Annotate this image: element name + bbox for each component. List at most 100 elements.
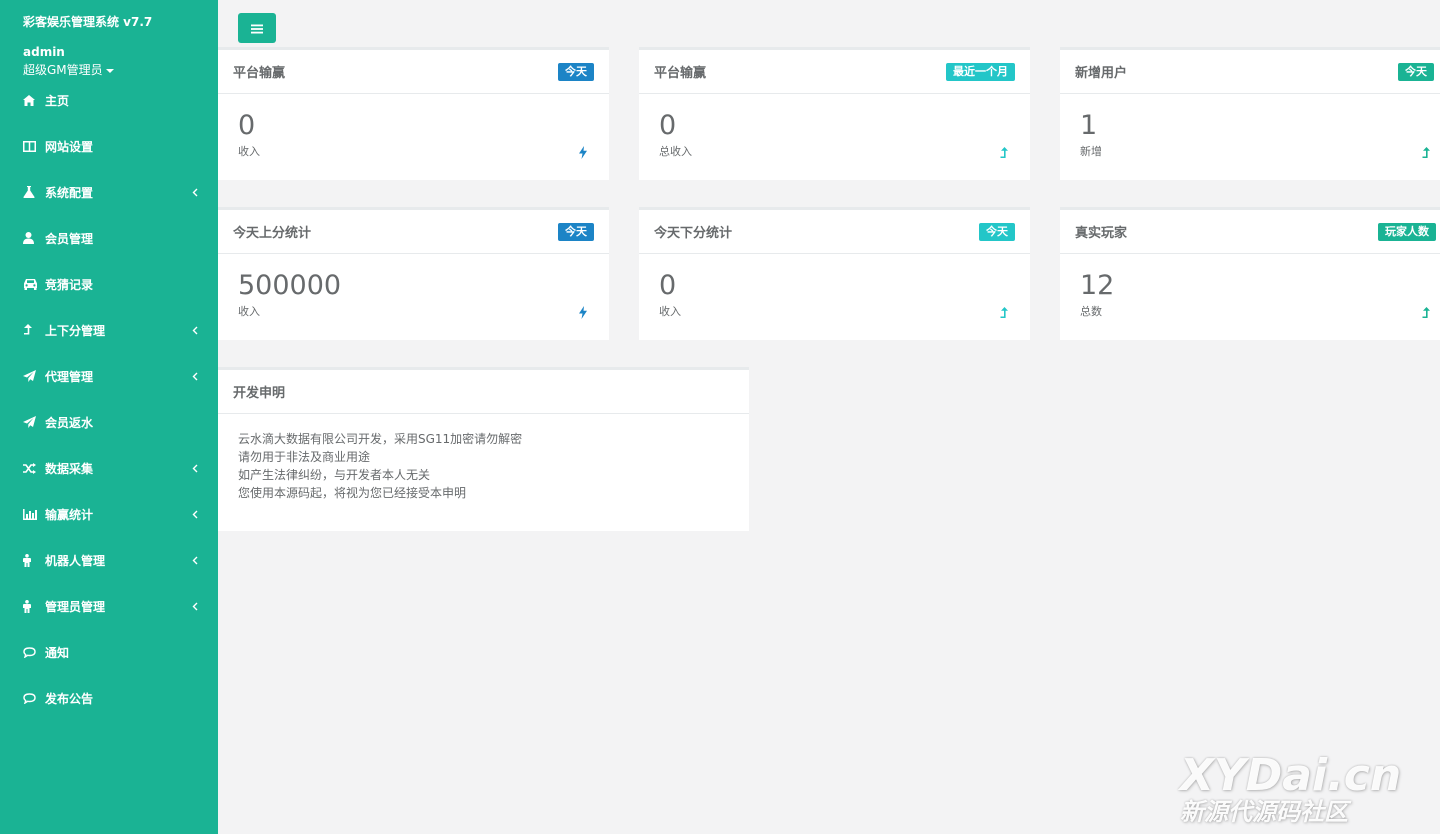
card-value: 0 [238, 110, 256, 141]
paper-plane-icon [23, 414, 39, 430]
male-icon [23, 598, 39, 614]
sidebar-item-label: 管理员管理 [45, 599, 106, 614]
card-body: 0 收入 [218, 94, 609, 180]
sidebar-item-credit-management[interactable]: 上下分管理 [0, 307, 218, 353]
card-header: 真实玩家 玩家人数 [1060, 210, 1440, 254]
user-role-dropdown[interactable]: 超级GM管理员 [23, 62, 218, 78]
card-badge: 今天 [1398, 63, 1434, 81]
card-value: 1 [1080, 110, 1098, 141]
stat-card-platform-month: 平台输赢 最近一个月 0 总收入 [639, 47, 1030, 180]
card-title: 新增用户 [1075, 66, 1128, 81]
sidebar-item-member-rebate[interactable]: 会员返水 [0, 399, 218, 445]
card-title: 今天上分统计 [233, 226, 312, 241]
chevron-left-icon [190, 368, 200, 384]
comment-icon [23, 690, 39, 706]
card-header: 今天下分统计 今天 [639, 210, 1030, 254]
notice-line: 请勿用于非法及商业用途 [238, 450, 371, 464]
sidebar-item-label: 上下分管理 [45, 323, 106, 338]
sidebar-item-announcements[interactable]: 发布公告 [0, 675, 218, 721]
sidebar-item-label: 发布公告 [45, 691, 94, 706]
card-label: 新增 [1080, 145, 1102, 158]
level-up-icon [1422, 144, 1432, 158]
home-icon [23, 92, 39, 108]
sidebar-item-system-config[interactable]: 系统配置 [0, 169, 218, 215]
card-value: 0 [659, 110, 677, 141]
card-badge: 最近一个月 [946, 63, 1015, 81]
level-up-icon [1000, 144, 1010, 158]
sidebar-item-admin-management[interactable]: 管理员管理 [0, 583, 218, 629]
sidebar-item-label: 输赢统计 [45, 507, 94, 522]
card-header: 新增用户 今天 [1060, 50, 1440, 94]
chevron-left-icon [190, 322, 200, 338]
card-header: 平台输赢 最近一个月 [639, 50, 1030, 94]
card-badge: 玩家人数 [1378, 223, 1436, 241]
card-body: 0 总收入 [639, 94, 1030, 180]
sidebar-item-notifications[interactable]: 通知 [0, 629, 218, 675]
level-up-icon [1000, 304, 1010, 318]
card-label: 收入 [238, 145, 260, 158]
sidebar-item-member-management[interactable]: 会员管理 [0, 215, 218, 261]
sidebar-nav: 主页 网站设置 系统配置 会员管理 竞猜记录 上下分管理 代理管理 会员返水 数… [0, 77, 218, 721]
sidebar-item-label: 网站设置 [45, 139, 94, 154]
card-body: 0 收入 [639, 254, 1030, 340]
user-icon [23, 230, 39, 246]
card-header: 开发申明 [218, 370, 749, 414]
card-label: 总收入 [659, 145, 692, 158]
profile-block: 彩客娱乐管理系统 v7.7 admin 超级GM管理员 [0, 0, 218, 77]
chevron-left-icon [190, 598, 200, 614]
bar-chart-icon [23, 506, 39, 522]
card-title: 平台输赢 [233, 66, 286, 81]
sidebar-item-betting-records[interactable]: 竞猜记录 [0, 261, 218, 307]
card-title: 开发申明 [233, 386, 286, 401]
sidebar-item-label: 竞猜记录 [45, 277, 94, 292]
sidebar-item-home[interactable]: 主页 [0, 77, 218, 123]
bolt-icon [579, 144, 589, 159]
card-title: 平台输赢 [654, 66, 707, 81]
sidebar-item-label: 会员管理 [45, 231, 94, 246]
card-badge: 今天 [979, 223, 1015, 241]
chevron-left-icon [190, 460, 200, 476]
caret-down-icon [105, 68, 114, 73]
user-role-label: 超级GM管理员 [23, 63, 103, 77]
sidebar-item-label: 代理管理 [45, 369, 94, 384]
male-icon [23, 552, 39, 568]
sidebar-item-label: 数据采集 [45, 461, 94, 476]
sidebar-item-agent-management[interactable]: 代理管理 [0, 353, 218, 399]
sidebar-item-robot-management[interactable]: 机器人管理 [0, 537, 218, 583]
user-name: admin [23, 45, 65, 59]
card-value: 12 [1080, 270, 1115, 301]
sidebar-item-label: 会员返水 [45, 415, 94, 430]
chevron-left-icon [190, 552, 200, 568]
sidebar-item-label: 系统配置 [45, 185, 94, 200]
card-body: 12 总数 [1060, 254, 1440, 340]
notice-card: 开发申明 云水滴大数据有限公司开发，采用SG11加密请勿解密 请勿用于非法及商业… [218, 367, 749, 531]
stat-card-credit-out: 今天下分统计 今天 0 收入 [639, 207, 1030, 340]
stat-card-new-users: 新增用户 今天 1 新增 [1060, 47, 1440, 180]
sidebar-item-site-settings[interactable]: 网站设置 [0, 123, 218, 169]
chevron-left-icon [190, 506, 200, 522]
card-header: 平台输赢 今天 [218, 50, 609, 94]
card-header: 今天上分统计 今天 [218, 210, 609, 254]
stat-card-platform-today: 平台输赢 今天 0 收入 [218, 47, 609, 180]
random-icon [23, 460, 39, 476]
sidebar-item-label: 通知 [45, 645, 70, 660]
card-value: 0 [659, 270, 677, 301]
app-title: 彩客娱乐管理系统 v7.7 [23, 15, 153, 29]
notice-line: 您使用本源码起，将视为您已经接受本申明 [238, 486, 467, 500]
card-label: 收入 [238, 305, 260, 318]
sidebar-item-label: 主页 [45, 93, 70, 108]
sidebar: 彩客娱乐管理系统 v7.7 admin 超级GM管理员 主页 网站设置 系统配置 [0, 0, 218, 834]
watermark-brand: XYDai.cn [1180, 750, 1402, 801]
level-up-icon [23, 322, 39, 338]
stat-card-credit-in: 今天上分统计 今天 500000 收入 [218, 207, 609, 340]
card-badge: 今天 [558, 223, 594, 241]
notice-line: 如产生法律纠纷，与开发者本人无关 [238, 468, 431, 482]
sidebar-toggle-button[interactable] [238, 13, 276, 43]
notice-body: 云水滴大数据有限公司开发，采用SG11加密请勿解密 请勿用于非法及商业用途 如产… [218, 414, 749, 532]
columns-icon [23, 138, 39, 154]
comment-icon [23, 644, 39, 660]
sidebar-item-win-loss-stats[interactable]: 输赢统计 [0, 491, 218, 537]
sidebar-item-data-collection[interactable]: 数据采集 [0, 445, 218, 491]
level-up-icon [1422, 304, 1432, 318]
sidebar-item-label: 机器人管理 [45, 553, 106, 568]
